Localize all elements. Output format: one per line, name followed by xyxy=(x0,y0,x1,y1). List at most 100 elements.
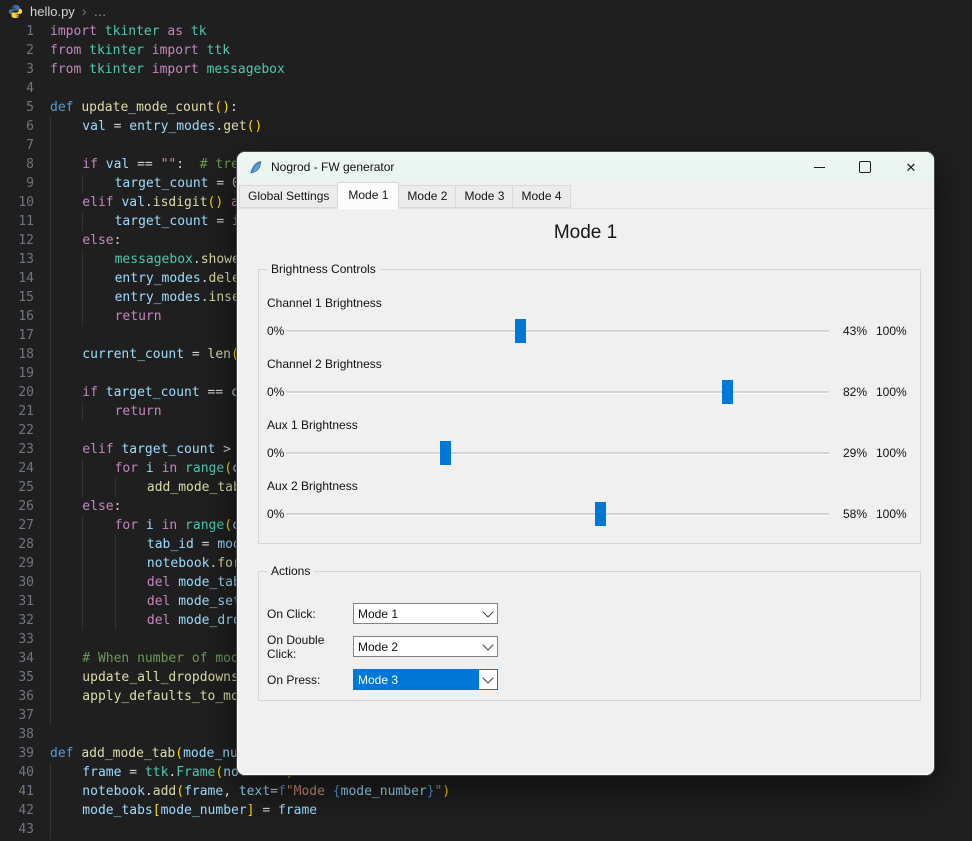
line-number: 6 xyxy=(26,119,34,134)
brightness-frame-label: Brightness Controls xyxy=(267,262,380,277)
notebook-tab-bar[interactable]: Global Settings Mode 1 Mode 2 Mode 3 Mode 4 xyxy=(237,182,934,209)
slider-list: Channel 1 Brightness 0% 43% 100% Channel 2 B… xyxy=(263,296,910,540)
code-line[interactable]: 2 from tkinter import ttk xyxy=(0,41,972,60)
slider-handle[interactable] xyxy=(595,502,606,526)
line-number: 21 xyxy=(18,404,34,419)
code-line[interactable]: 42 mode_tabs[mode_number] = frame xyxy=(0,801,972,820)
indent-guide xyxy=(82,573,114,592)
line-number: 34 xyxy=(18,651,34,666)
indent-guide xyxy=(82,250,114,269)
indent-guide xyxy=(50,231,82,250)
line-content: mode_tabs[mode_number] = frame xyxy=(50,801,317,820)
slider-handle[interactable] xyxy=(440,441,451,465)
combobox-dropdown-button[interactable] xyxy=(479,604,497,623)
slider-row: 0% 29% 100% xyxy=(263,440,910,466)
line-number: 12 xyxy=(18,233,34,248)
indent-guide xyxy=(50,117,82,136)
line-content: import tkinter as tk xyxy=(50,24,207,39)
line-number: 27 xyxy=(18,518,34,533)
combobox-value: Mode 1 xyxy=(358,606,399,621)
combobox-on-press[interactable]: Mode 3 xyxy=(353,669,498,690)
line-content xyxy=(50,630,82,649)
line-number: 1 xyxy=(26,24,34,39)
code-line[interactable]: 41 notebook.add(frame, text=f"Mode {mode_… xyxy=(0,782,972,801)
window-titlebar[interactable]: Nogrod - FW generator ✕ xyxy=(237,152,934,182)
indent-guide xyxy=(50,193,82,212)
line-number: 22 xyxy=(18,423,34,438)
python-file-icon xyxy=(8,4,23,18)
indent-guide xyxy=(50,459,82,478)
indent-guide xyxy=(50,497,82,516)
tab-mode-1[interactable]: Mode 1 xyxy=(337,182,400,209)
line-content xyxy=(50,421,82,440)
tab-mode-2[interactable]: Mode 2 xyxy=(398,185,457,208)
slider-track[interactable] xyxy=(286,318,829,344)
slider-label: Aux 2 Brightness xyxy=(267,479,358,493)
slider-max-label: 100% xyxy=(876,446,907,460)
slider-track[interactable] xyxy=(286,501,829,527)
indent-guide xyxy=(50,440,82,459)
indent-guide xyxy=(82,307,114,326)
combobox-value: Mode 3 xyxy=(354,670,479,689)
indent-guide xyxy=(50,668,82,687)
maximize-button[interactable] xyxy=(842,152,888,182)
line-content: val = entry_modes.get() xyxy=(50,117,262,136)
indent-guide xyxy=(50,649,82,668)
line-number: 32 xyxy=(18,613,34,628)
tab-mode-4[interactable]: Mode 4 xyxy=(512,185,571,208)
line-number: 19 xyxy=(18,366,34,381)
code-line[interactable]: 1 import tkinter as tk xyxy=(0,22,972,41)
line-number: 5 xyxy=(26,100,34,115)
tab-mode-3[interactable]: Mode 3 xyxy=(455,185,514,208)
line-number: 4 xyxy=(26,81,34,96)
slider-groove xyxy=(286,391,829,393)
code-line[interactable]: 4 xyxy=(0,79,972,98)
app-window[interactable]: Nogrod - FW generator ✕ Global Settings M… xyxy=(237,152,934,775)
slider-track[interactable] xyxy=(286,379,829,405)
line-number: 16 xyxy=(18,309,34,324)
code-line[interactable]: 3 from tkinter import messagebox xyxy=(0,60,972,79)
breadcrumb-file[interactable]: hello.py xyxy=(30,4,75,19)
indent-guide xyxy=(114,573,147,592)
tab-global-settings[interactable]: Global Settings xyxy=(239,185,339,208)
indent-guide xyxy=(50,687,82,706)
action-row: On Double Click: Mode 2 xyxy=(263,630,920,663)
combobox-on-click[interactable]: Mode 1 xyxy=(353,603,498,624)
code-line[interactable]: 43 xyxy=(0,820,972,839)
slider-group-aux-2-brightness: Aux 2 Brightness 0% 58% 100% xyxy=(263,479,910,540)
line-number: 14 xyxy=(18,271,34,286)
slider-handle[interactable] xyxy=(515,319,526,343)
slider-track[interactable] xyxy=(286,440,829,466)
line-content xyxy=(50,326,82,345)
line-number: 7 xyxy=(26,138,34,153)
action-row: On Press: Mode 3 xyxy=(263,663,920,696)
line-number: 13 xyxy=(18,252,34,267)
code-line[interactable]: 5 def update_mode_count(): xyxy=(0,98,972,117)
line-number: 17 xyxy=(18,328,34,343)
line-content: from tkinter import ttk xyxy=(50,43,231,58)
breadcrumb[interactable]: hello.py › … xyxy=(0,0,972,22)
indent-guide xyxy=(50,174,82,193)
slider-max-label: 100% xyxy=(876,324,907,338)
mode-heading: Mode 1 xyxy=(553,222,618,243)
indent-guide xyxy=(114,478,147,497)
minimize-button[interactable] xyxy=(796,152,842,182)
line-content xyxy=(50,706,82,725)
indent-guide xyxy=(82,535,114,554)
line-number: 30 xyxy=(18,575,34,590)
slider-groove xyxy=(286,330,829,332)
actions-frame: Actions On Click: Mode 1 On Double Click: M… xyxy=(258,564,921,701)
slider-row: 0% 58% 100% xyxy=(263,501,910,527)
line-content: else: xyxy=(50,231,121,250)
line-number: 8 xyxy=(26,157,34,172)
breadcrumb-more[interactable]: … xyxy=(93,4,107,19)
window-controls: ✕ xyxy=(796,152,934,182)
close-button[interactable]: ✕ xyxy=(888,152,934,182)
combobox-dropdown-button[interactable] xyxy=(479,670,497,689)
slider-handle[interactable] xyxy=(722,380,733,404)
slider-min-label: 0% xyxy=(267,385,285,399)
slider-row: 0% 43% 100% xyxy=(263,318,910,344)
combobox-dropdown-button[interactable] xyxy=(479,637,497,656)
combobox-on-double-click[interactable]: Mode 2 xyxy=(353,636,498,657)
code-line[interactable]: 6 val = entry_modes.get() xyxy=(0,117,972,136)
